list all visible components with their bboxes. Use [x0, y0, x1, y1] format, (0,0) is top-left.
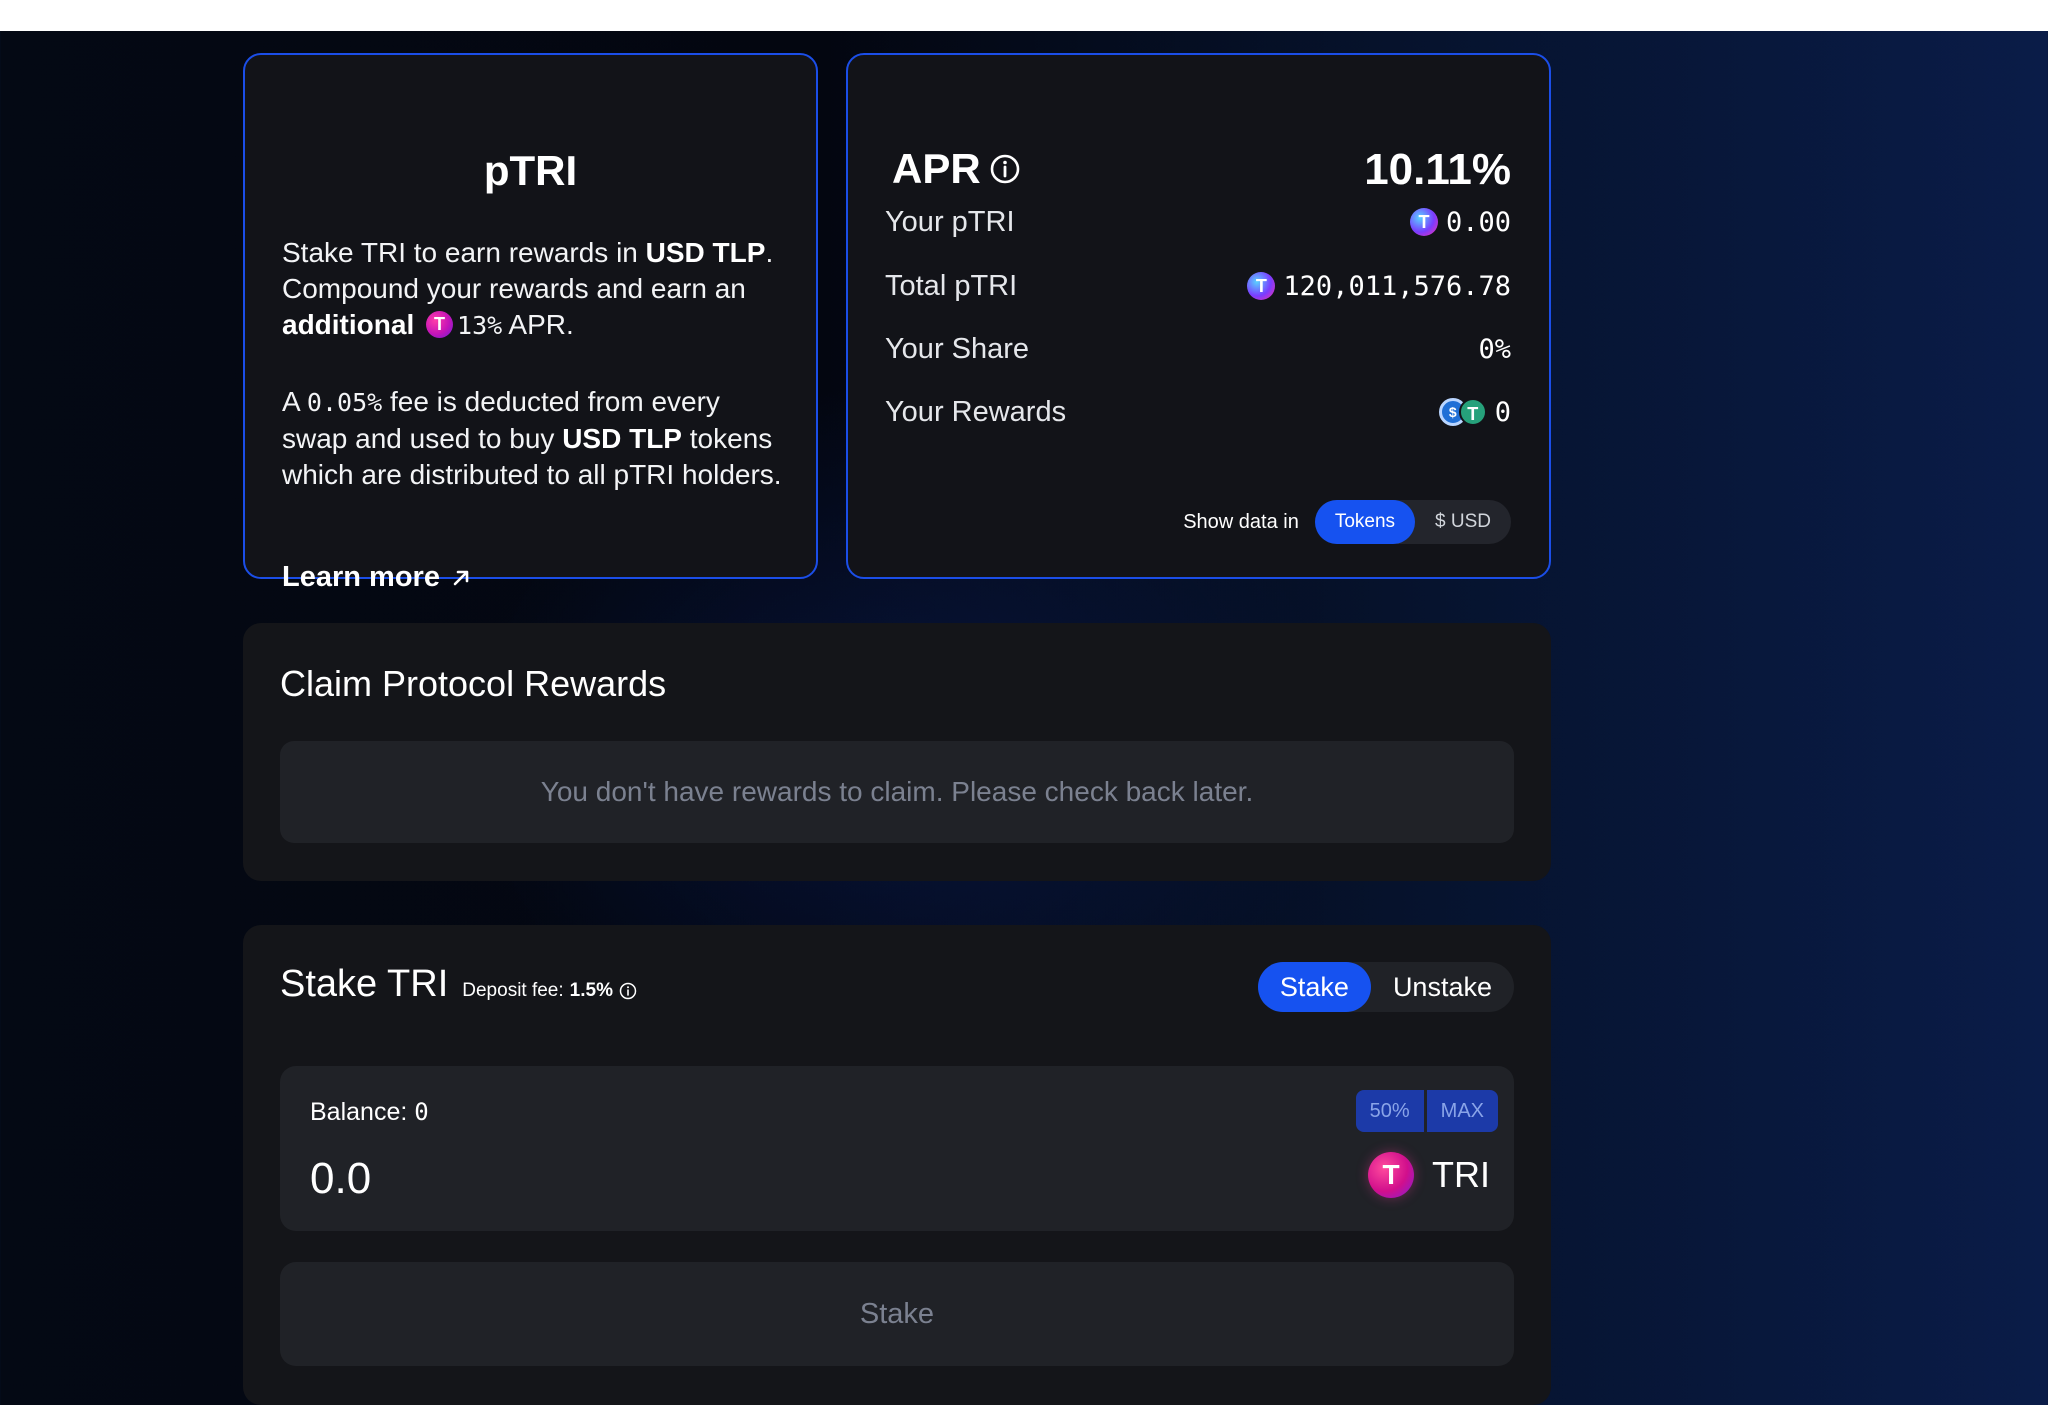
stat-value: 0.00	[1445, 206, 1511, 238]
ptri-description-fee: A 0.05% fee is deducted from every swap …	[282, 384, 792, 493]
stake-submit-button[interactable]: Stake	[280, 1262, 1514, 1366]
apr-value: 10.11%	[1364, 145, 1511, 194]
claim-empty-message: You don't have rewards to claim. Please …	[280, 741, 1514, 843]
stat-label: Your Share	[885, 332, 1030, 365]
arrow-up-right-icon	[453, 570, 469, 585]
toggle-tokens[interactable]: Tokens	[1314, 500, 1416, 544]
apr-heading: APR	[892, 145, 1021, 193]
desc-text: APR.	[502, 309, 574, 340]
deposit-fee-value: 1.5%	[569, 980, 613, 1001]
tri-token-icon	[426, 311, 454, 338]
stake-title: Stake TRI	[280, 963, 449, 1005]
stat-value: 120,011,576.78	[1283, 270, 1511, 302]
desc-text: Stake TRI to earn rewards in	[282, 237, 646, 268]
desc-usd-tlp: USD TLP	[562, 423, 682, 454]
ptri-description-earn: Stake TRI to earn rewards in USD TLP. Co…	[282, 235, 792, 344]
learn-more-label: Learn more	[282, 561, 440, 593]
desc-extra-apr: 13%	[457, 311, 503, 340]
stat-row-your-share: Your Share 0%	[885, 329, 1511, 369]
amount-input[interactable]: 0.0	[310, 1154, 371, 1204]
learn-more-link[interactable]: Learn more	[282, 561, 472, 594]
desc-text: A	[282, 386, 307, 417]
desc-additional: additional	[282, 309, 415, 340]
stat-value-wrap: 0.00	[1409, 206, 1511, 238]
ptri-token-icon	[1409, 208, 1438, 236]
stake-card: Stake TRI Deposit fee: 1.5% Stake Unstak…	[243, 925, 1551, 1405]
ptri-title: pTRI	[483, 147, 578, 194]
stat-value-wrap: 0%	[1478, 334, 1511, 365]
usdt-token-icon	[1458, 398, 1487, 426]
stat-value-wrap: 120,011,576.78	[1247, 271, 1511, 302]
stat-value-wrap: 0	[1438, 396, 1511, 428]
token-display: TRI	[1368, 1152, 1490, 1198]
stake-heading: Stake TRI Deposit fee: 1.5%	[280, 963, 637, 1006]
tab-stake[interactable]: Stake	[1257, 962, 1371, 1012]
stat-label: Your pTRI	[885, 205, 1015, 238]
stat-row-total-ptri: Total pTRI 120,011,576.78	[885, 266, 1511, 306]
balance-label: Balance:	[310, 1098, 415, 1126]
balance-display: Balance: 0	[310, 1098, 429, 1127]
stake-input-box: Balance: 0 50% MAX 0.0 TRI	[280, 1066, 1514, 1231]
ptri-info-card: pTRI Stake TRI to earn rewards in USD TL…	[243, 53, 818, 593]
deposit-fee-label: Deposit fee:	[462, 980, 564, 1001]
apr-label: APR	[892, 145, 981, 192]
half-button[interactable]: 50%	[1355, 1090, 1424, 1132]
desc-fee-value: 0.05%	[306, 388, 383, 417]
currency-toggle: Tokens $ USD	[1314, 500, 1511, 544]
desc-usd-tlp: USD TLP	[645, 237, 766, 268]
ptri-token-icon	[1247, 272, 1276, 300]
amount-shortcuts: 50% MAX	[1355, 1090, 1498, 1132]
tri-token-icon	[1368, 1152, 1414, 1198]
info-icon[interactable]	[619, 982, 637, 1000]
show-data-label: Show data in	[1183, 510, 1299, 533]
stat-row-your-rewards: Your Rewards 0	[885, 392, 1511, 432]
stat-row-your-ptri: Your pTRI 0.00	[885, 202, 1511, 242]
browser-top-bar	[0, 0, 2048, 31]
tab-unstake[interactable]: Unstake	[1371, 962, 1514, 1012]
claim-rewards-card: Claim Protocol Rewards You don't have re…	[243, 623, 1551, 881]
show-data-control: Show data in Tokens $ USD	[1183, 500, 1511, 544]
token-symbol: TRI	[1432, 1154, 1490, 1195]
stat-label: Total pTRI	[885, 269, 1018, 302]
balance-value: 0	[414, 1098, 429, 1126]
info-icon[interactable]	[989, 153, 1021, 185]
apr-stats-card: APR 10.11% Your pTRI 0.00 Total pTRI 120…	[846, 53, 1551, 579]
stat-value: 0	[1494, 396, 1511, 428]
toggle-usd[interactable]: $ USD	[1415, 500, 1511, 544]
claim-title: Claim Protocol Rewards	[280, 663, 667, 704]
max-button[interactable]: MAX	[1426, 1090, 1498, 1132]
stake-mode-toggle: Stake Unstake	[1257, 962, 1514, 1012]
stat-value: 0%	[1478, 333, 1511, 365]
deposit-fee: Deposit fee: 1.5%	[462, 980, 637, 1002]
stat-label: Your Rewards	[885, 395, 1067, 428]
